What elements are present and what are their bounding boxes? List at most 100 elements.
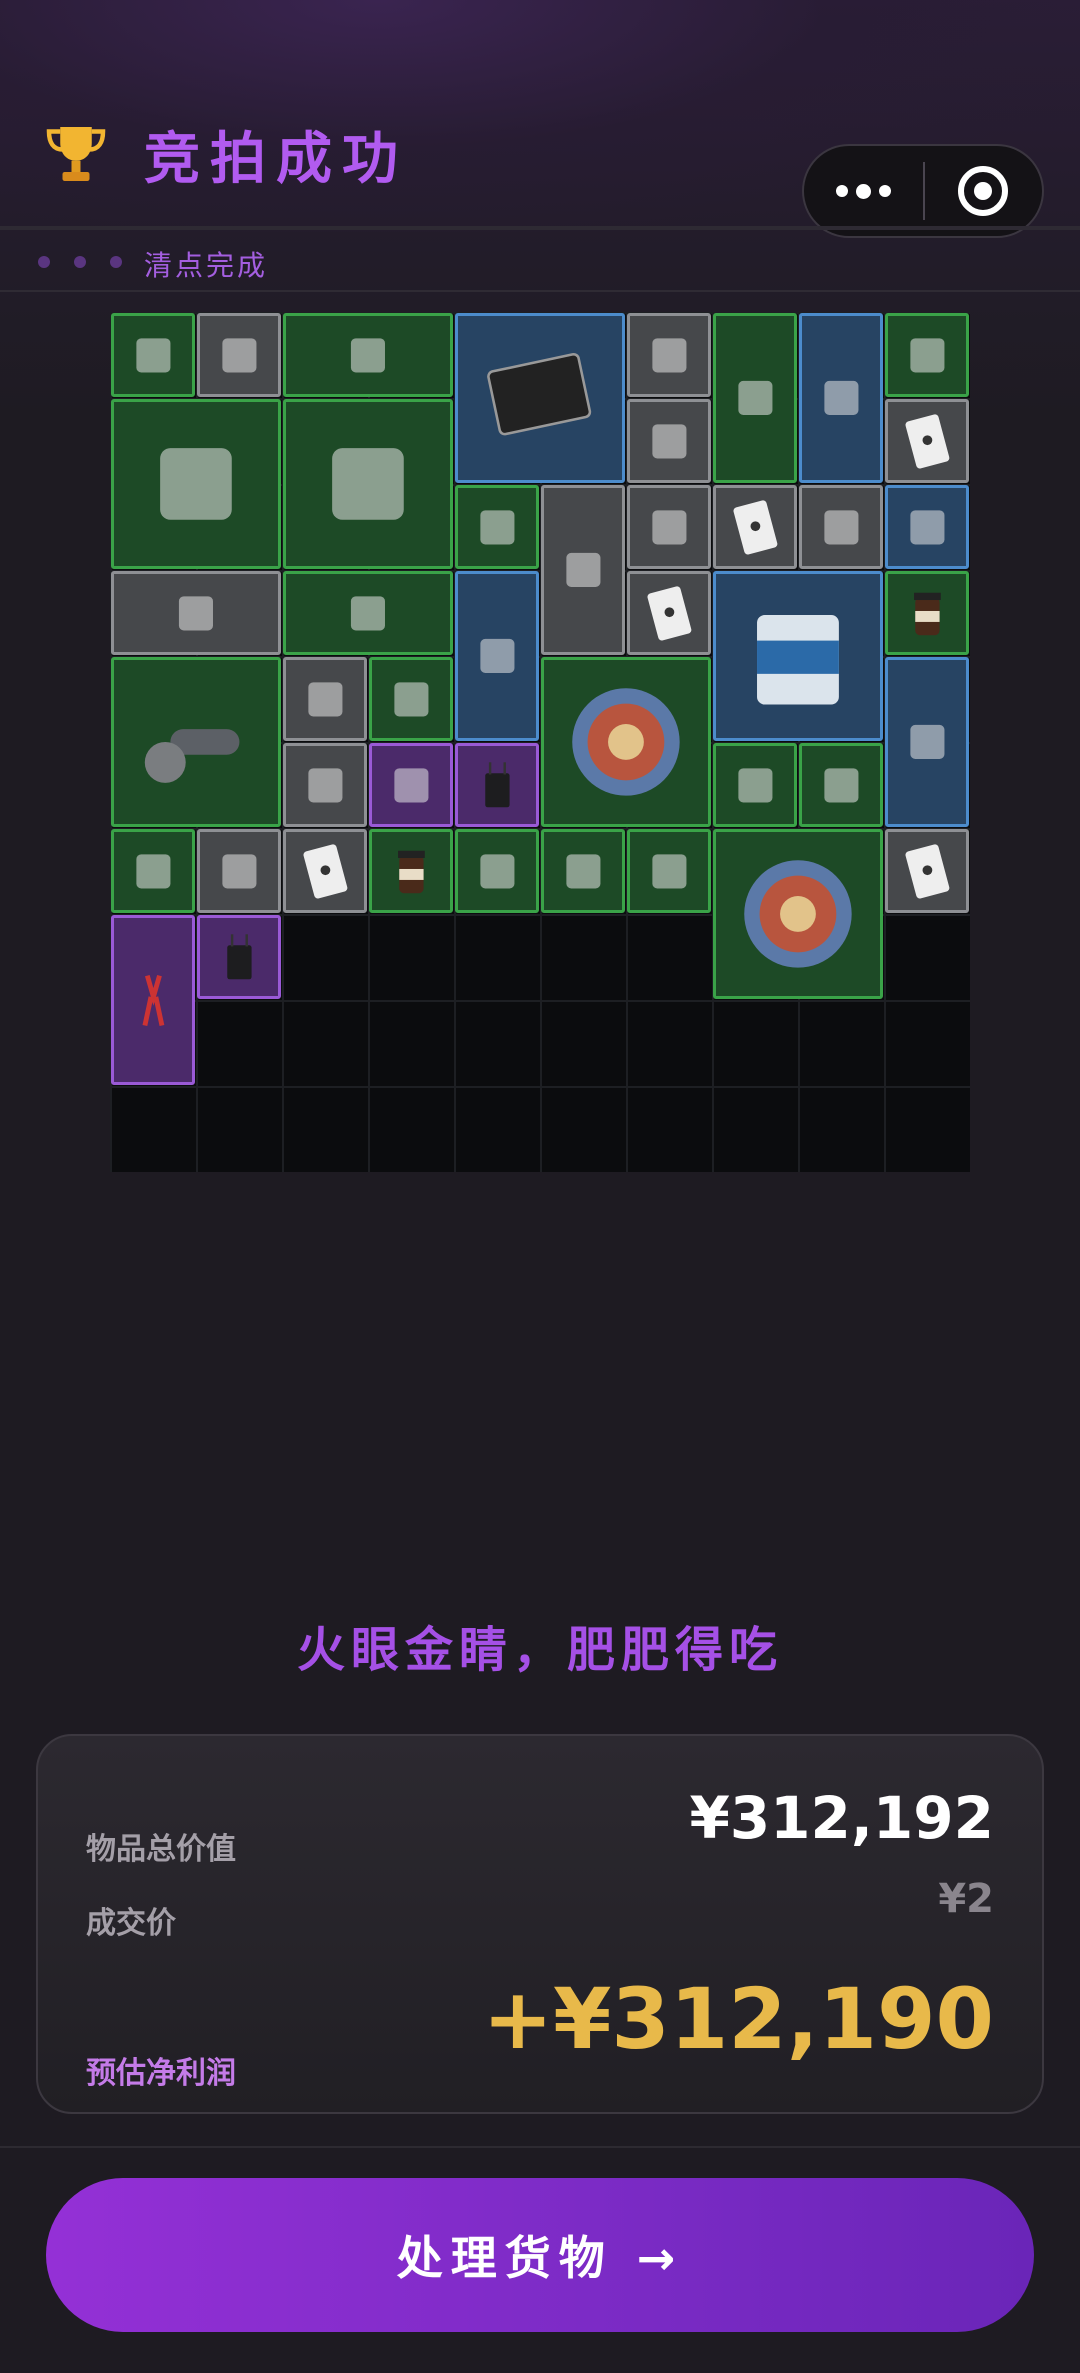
duct-tape-icon [651, 423, 687, 459]
tweezers-icon [393, 681, 429, 717]
gloves-icon [221, 337, 257, 373]
inventory-item-screwdriver[interactable] [541, 829, 625, 913]
inventory-item-old-map[interactable] [283, 313, 453, 397]
total-value: ¥312,192 [689, 1784, 994, 1852]
inventory-item-vial[interactable] [541, 485, 625, 655]
matches-icon [307, 767, 343, 803]
inventory-item-bolt-cutter[interactable] [111, 915, 195, 1085]
cigarette-case-icon [135, 853, 171, 889]
inventory-item-tape-measure[interactable] [283, 657, 367, 741]
tea-tin-icon [909, 509, 945, 545]
inventory-item-matches[interactable] [283, 743, 367, 827]
header-divider [0, 226, 1080, 230]
tape-measure-icon [651, 337, 687, 373]
jar-icon [913, 592, 941, 635]
inventory-item-radio[interactable] [197, 915, 281, 999]
deal-price-label: 成交价 [86, 1906, 176, 1941]
trophy-icon [46, 127, 106, 181]
inventory-item-bottle[interactable] [455, 485, 539, 569]
inventory-grid [110, 312, 970, 1172]
water-bottle-icon [651, 853, 687, 889]
summary-card: 物品总价值 ¥312,192 成交价 ¥2 预估净利润 +¥312,190 [36, 1734, 1044, 2114]
target-close-icon[interactable] [925, 146, 1042, 236]
inventory-item-clipboard[interactable] [885, 657, 969, 827]
inventory-item-water-bottle[interactable] [627, 829, 711, 913]
capacitor-icon [823, 767, 859, 803]
magazine-icon [160, 448, 232, 520]
progress-dots [38, 256, 122, 268]
vial-icon [565, 552, 601, 588]
bottom-divider [0, 2146, 1080, 2148]
inventory-item-tea-tin[interactable] [885, 485, 969, 569]
painting-icon [332, 448, 404, 520]
inventory-item-paint-can[interactable] [713, 571, 883, 741]
inventory-item-tablet[interactable] [455, 313, 625, 483]
tablet-icon [487, 353, 592, 436]
inventory-item-hose[interactable] [713, 743, 797, 827]
paint-can-icon [757, 615, 839, 705]
inventory-item-gloves[interactable] [197, 313, 281, 397]
process-goods-button[interactable]: 处理货物 → [46, 2178, 1034, 2332]
inventory-item-cigarette-case[interactable] [111, 829, 195, 913]
inventory-item-playing-card[interactable] [283, 829, 367, 913]
inventory-item-note[interactable] [799, 485, 883, 569]
inventory-item-magazine[interactable] [111, 399, 281, 569]
inventory-item-playing-card[interactable] [885, 399, 969, 483]
auction-result-page: 竞拍成功 清点完成 火眼金睛，肥肥得吃 物品总价值 ¥312,192 成交价 ¥… [0, 0, 1080, 2373]
inventory-item-cigarette-case[interactable] [455, 829, 539, 913]
inventory-item-tweezers[interactable] [369, 657, 453, 741]
old-map-icon [350, 337, 386, 373]
playing-card-icon [905, 413, 949, 469]
figurine-icon [479, 638, 515, 674]
pliers-icon [135, 337, 171, 373]
inventory-item-angle-grinder[interactable] [111, 657, 281, 827]
inventory-item-playing-card[interactable] [885, 829, 969, 913]
screwdriver-icon [565, 853, 601, 889]
inventory-item-earring[interactable] [369, 743, 453, 827]
playing-card-icon [647, 585, 691, 641]
inventory-item-painting[interactable] [283, 399, 453, 569]
inventory-item-plate[interactable] [541, 657, 711, 827]
utility-knife-icon [178, 595, 214, 631]
inventory-item-pressure-gauge[interactable] [713, 313, 797, 483]
inventory-item-snack[interactable] [627, 485, 711, 569]
jar-icon [397, 850, 425, 893]
inventory-item-tape-measure[interactable] [627, 313, 711, 397]
inventory-item-duct-tape[interactable] [627, 399, 711, 483]
profit-value: +¥312,190 [482, 1970, 994, 2068]
hose-icon [737, 767, 773, 803]
earring-icon [393, 767, 429, 803]
header: 竞拍成功 [0, 0, 1080, 238]
playing-card-icon [905, 843, 949, 899]
inventory-item-pliers[interactable] [111, 313, 195, 397]
inventory-item-jar[interactable] [885, 571, 969, 655]
inventory-item-radio[interactable] [455, 743, 539, 827]
inventory-item-playing-card[interactable] [627, 571, 711, 655]
total-value-label: 物品总价值 [86, 1832, 236, 1867]
inventory-item-capacitor[interactable] [799, 743, 883, 827]
inventory-item-keyboard[interactable] [283, 571, 453, 655]
snack-icon [651, 509, 687, 545]
cigarette-case-icon [479, 853, 515, 889]
inventory-item-black-powder[interactable] [799, 313, 883, 483]
inventory-item-playing-card[interactable] [713, 485, 797, 569]
mini-program-capsule [802, 144, 1044, 238]
inventory-item-lighter[interactable] [885, 313, 969, 397]
plate-icon [572, 688, 680, 796]
more-dots-icon[interactable] [804, 146, 923, 236]
inventory-item-plate[interactable] [713, 829, 883, 999]
tape-measure-icon [307, 681, 343, 717]
playing-card-icon [303, 843, 347, 899]
inventory-item-jar[interactable] [369, 829, 453, 913]
radio-icon [226, 933, 252, 979]
profit-label: 预估净利润 [86, 2056, 236, 2091]
inventory-item-figurine[interactable] [455, 571, 539, 741]
deal-price: ¥2 [938, 1876, 994, 1922]
black-powder-icon [823, 380, 859, 416]
keyboard-icon [350, 595, 386, 631]
page-title: 竞拍成功 [144, 127, 408, 192]
inventory-item-utility-knife[interactable] [111, 571, 281, 655]
status-row: 清点完成 [0, 232, 1080, 292]
note-icon [823, 509, 859, 545]
inventory-item-snack[interactable] [197, 829, 281, 913]
